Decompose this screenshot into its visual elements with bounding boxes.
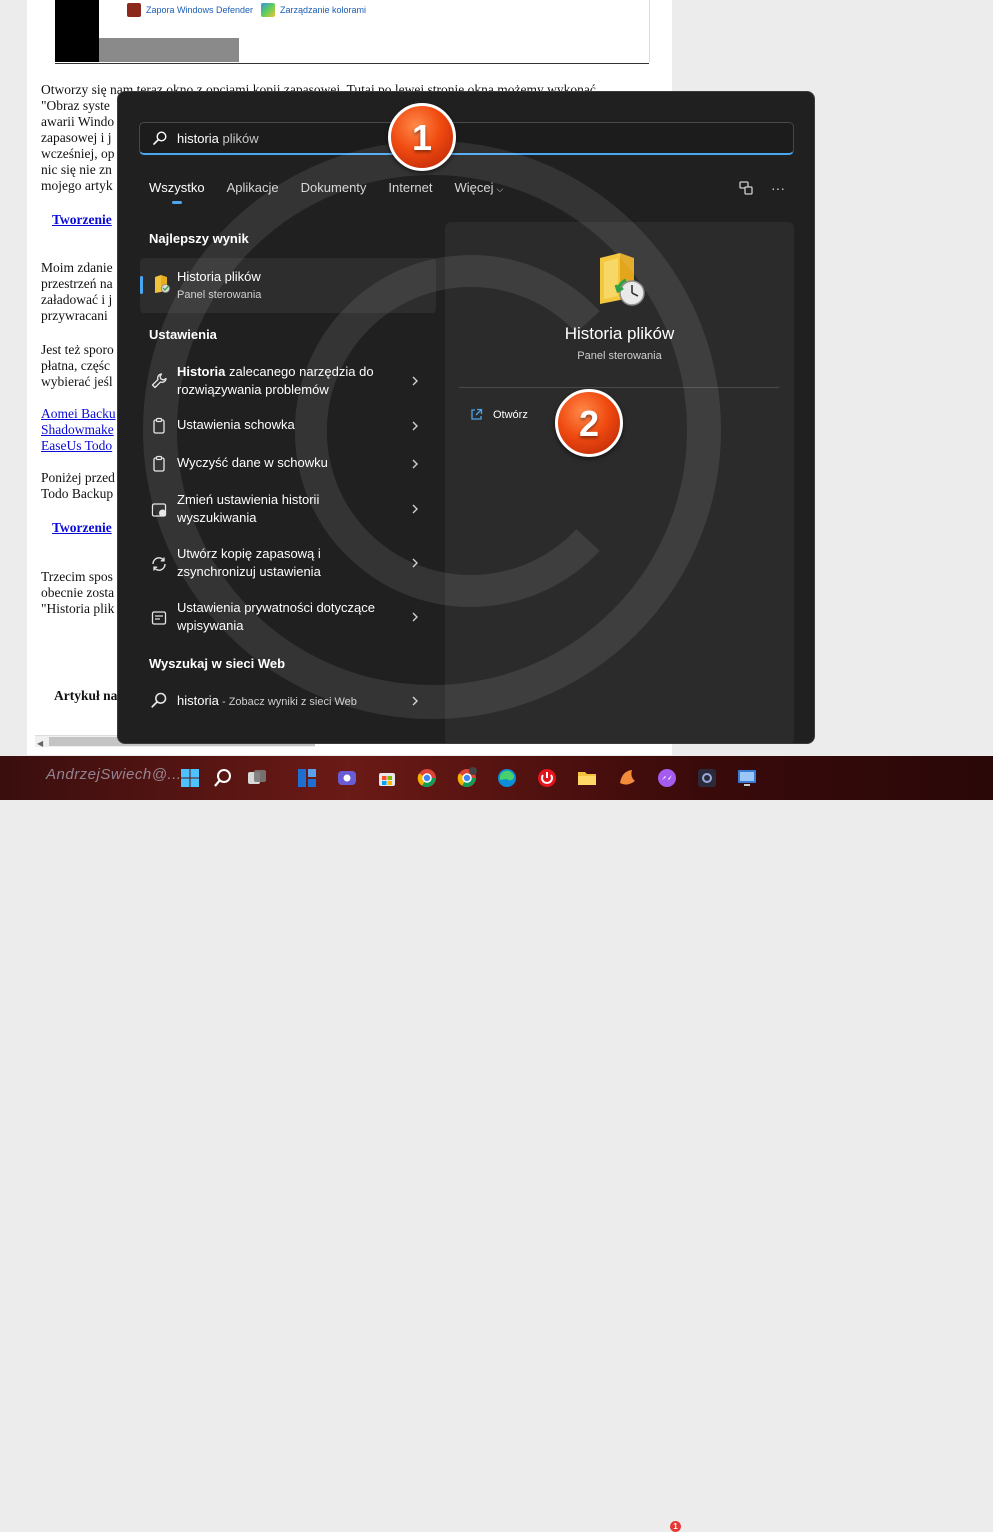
result-label: Zmień ustawienia historii wyszukiwania bbox=[177, 492, 320, 525]
settings-result-clear-clipboard[interactable]: Wyczyść dane w schowku bbox=[140, 450, 436, 478]
best-match-heading: Najlepszy wynik bbox=[149, 231, 249, 246]
firewall-icon bbox=[127, 3, 141, 17]
control-panel-screenshot: Zapora Windows Defender Zarządzanie kolo… bbox=[55, 0, 650, 62]
divider bbox=[459, 387, 779, 388]
sync-icon bbox=[152, 557, 166, 571]
result-label: Wyczyść dane w schowku bbox=[177, 455, 328, 470]
open-external-icon bbox=[471, 408, 483, 420]
result-label: Ustawienia prywatności dotyczące wpisywa… bbox=[177, 600, 375, 633]
file-history-icon bbox=[600, 253, 645, 306]
settings-result-troubleshoot[interactable]: Historia zalecanego narzędzia do rozwiąz… bbox=[140, 360, 436, 404]
cp-item-firewall: Zapora Windows Defender bbox=[127, 2, 253, 18]
article-link[interactable]: Tworzenie bbox=[52, 520, 112, 536]
settings-icon[interactable] bbox=[696, 767, 718, 789]
settings-result-typing-privacy[interactable]: Ustawienia prywatności dotyczące wpisywa… bbox=[140, 596, 436, 640]
settings-result-clipboard[interactable]: Ustawienia schowka bbox=[140, 412, 436, 440]
search-tabs: Wszystko Aplikacje Dokumenty Internet Wi… bbox=[149, 178, 525, 204]
chevron-right-icon bbox=[412, 376, 418, 386]
screenshot-dark-area bbox=[55, 0, 99, 62]
chevron-right-icon bbox=[412, 558, 418, 568]
opera-icon[interactable] bbox=[536, 767, 558, 789]
article-label: Artykuł na bbox=[54, 688, 118, 703]
chevron-down-icon: ⌵ bbox=[496, 184, 504, 194]
author-watermark: AndrzejSwiech@... bbox=[46, 766, 182, 783]
web-search-heading: Wyszukaj w sieci Web bbox=[149, 656, 286, 671]
divider bbox=[55, 63, 649, 64]
chevron-right-icon bbox=[412, 504, 418, 514]
settings-result-backup-sync[interactable]: Utwórz kopię zapasową i zsynchronizuj us… bbox=[140, 542, 436, 586]
settings-heading: Ustawienia bbox=[149, 327, 217, 342]
cp-item-label: Zapora Windows Defender bbox=[146, 5, 254, 15]
chrome-icon[interactable] bbox=[416, 767, 438, 789]
best-match-subtitle: Panel sterowania bbox=[177, 289, 262, 301]
preview-title: Historia plików bbox=[564, 324, 675, 343]
cp-item-color-management: Zarządzanie kolorami bbox=[261, 2, 366, 18]
color-management-icon bbox=[261, 3, 275, 17]
search-input[interactable] bbox=[176, 129, 776, 149]
tab-all[interactable]: Wszystko bbox=[149, 178, 205, 204]
web-search-label: historia - Zobacz wyniki z sieci Web bbox=[177, 693, 357, 708]
selection-indicator bbox=[140, 276, 143, 294]
open-action[interactable]: Otwórz bbox=[470, 408, 528, 421]
preview-subtitle: Panel sterowania bbox=[577, 350, 662, 362]
share-device-icon[interactable] bbox=[737, 179, 755, 197]
search-query-text: historia plików bbox=[177, 131, 259, 146]
tab-more[interactable]: Więcej ⌵ bbox=[455, 178, 504, 204]
article-link[interactable]: Tworzenie bbox=[52, 212, 112, 228]
clipboard-clear-icon bbox=[153, 455, 165, 472]
edge-icon[interactable] bbox=[496, 767, 518, 789]
best-match-result[interactable]: Historia plików Panel sterowania bbox=[140, 258, 436, 313]
cp-item-label: Zarządzanie kolorami bbox=[280, 5, 367, 15]
callout-badge-1: 1 bbox=[388, 103, 456, 171]
best-match-title: Historia plików bbox=[177, 269, 261, 284]
tab-apps[interactable]: Aplikacje bbox=[227, 178, 279, 204]
search-icon[interactable] bbox=[212, 767, 234, 789]
search-box[interactable]: historia plików bbox=[139, 122, 794, 155]
typing-privacy-icon bbox=[151, 611, 167, 625]
chevron-right-icon bbox=[412, 459, 418, 469]
chevron-right-icon bbox=[412, 696, 418, 706]
result-label: Utwórz kopię zapasową i zsynchronizuj us… bbox=[177, 546, 321, 579]
settings-result-search-history[interactable]: Zmień ustawienia historii wyszukiwania bbox=[140, 488, 436, 532]
chevron-right-icon bbox=[412, 612, 418, 622]
search-icon bbox=[153, 131, 167, 145]
teams-icon[interactable] bbox=[336, 767, 358, 789]
screenshot-thumbnail bbox=[99, 38, 239, 62]
widgets-icon[interactable] bbox=[296, 767, 318, 789]
start-icon[interactable] bbox=[179, 767, 201, 789]
result-preview-pane: Historia plików Panel sterowania Otwórz bbox=[445, 222, 794, 743]
wrench-icon bbox=[151, 373, 167, 389]
task-view-icon[interactable] bbox=[246, 767, 268, 789]
scroll-left-icon[interactable]: ◀ bbox=[37, 736, 43, 752]
messenger-icon[interactable] bbox=[656, 767, 678, 789]
notification-badge: 1 bbox=[670, 1521, 681, 1532]
chrome-profile-icon[interactable] bbox=[456, 767, 478, 789]
tab-internet[interactable]: Internet bbox=[388, 178, 432, 204]
more-options-icon[interactable]: ··· bbox=[769, 179, 787, 197]
app-icon[interactable] bbox=[616, 767, 638, 789]
history-settings-icon bbox=[151, 503, 167, 517]
search-icon bbox=[151, 692, 167, 708]
store-icon[interactable] bbox=[376, 767, 398, 789]
start-search-panel: historia plików Wszystko Aplikacje Dokum… bbox=[117, 91, 815, 744]
taskbar: AndrzejSwiech@... 1 bbox=[0, 756, 993, 1532]
result-label: Historia zalecanego narzędzia do rozwiąz… bbox=[177, 364, 374, 397]
file-history-icon bbox=[155, 275, 170, 293]
chevron-right-icon bbox=[412, 421, 418, 431]
control-panel-icon[interactable] bbox=[736, 767, 758, 789]
tab-documents[interactable]: Dokumenty bbox=[301, 178, 367, 204]
clipboard-icon bbox=[153, 417, 165, 434]
file-explorer-icon[interactable] bbox=[576, 767, 598, 789]
result-label: Ustawienia schowka bbox=[177, 417, 295, 432]
callout-badge-2: 2 bbox=[555, 389, 623, 457]
